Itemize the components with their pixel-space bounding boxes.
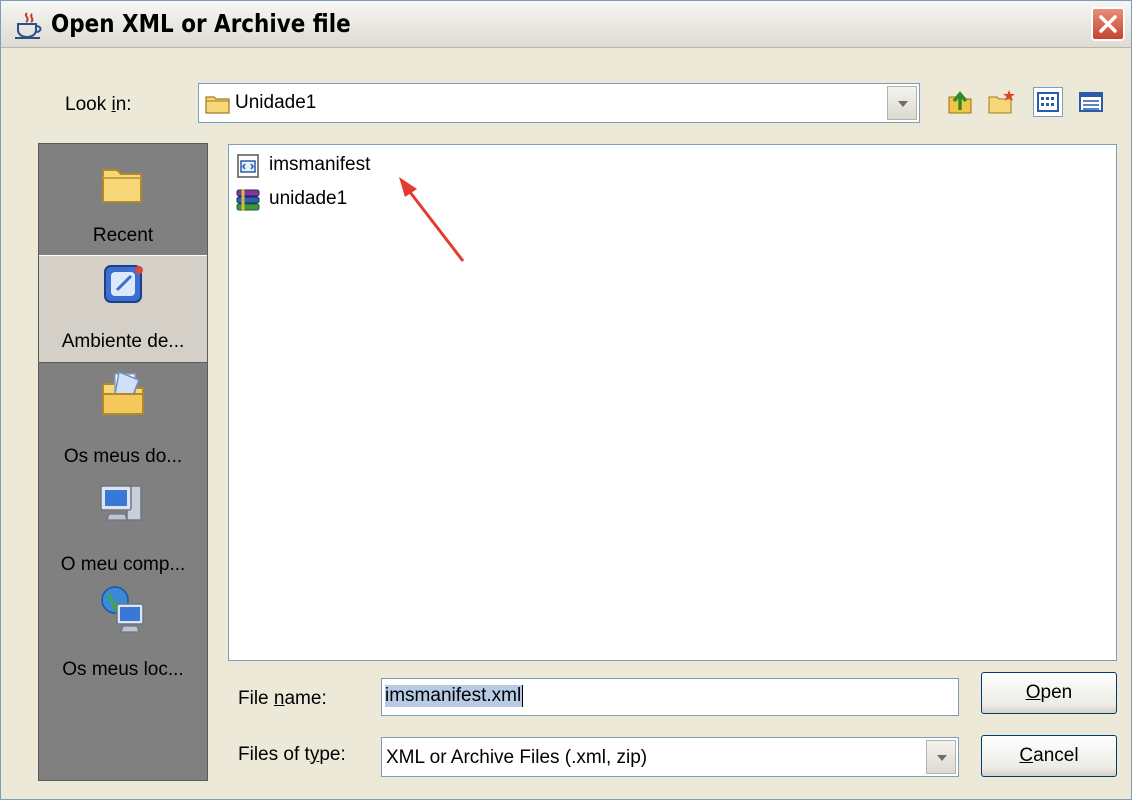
place-my-computer[interactable]: O meu comp... bbox=[39, 476, 207, 584]
cancel-button[interactable]: Cancel bbox=[981, 735, 1117, 777]
file-type-dropdown-button[interactable] bbox=[926, 740, 956, 774]
chevron-down-icon bbox=[898, 101, 908, 107]
place-label: Os meus do... bbox=[63, 446, 183, 467]
list-view-icon bbox=[1037, 92, 1059, 112]
file-name: imsmanifest bbox=[269, 154, 371, 175]
title-bar[interactable]: Open XML or Archive file bbox=[1, 1, 1131, 48]
list-view-button[interactable] bbox=[1033, 87, 1063, 117]
place-network[interactable]: Os meus loc... bbox=[39, 584, 207, 694]
file-name-input[interactable]: imsmanifest.xml bbox=[381, 678, 959, 716]
look-in-label: Look in: bbox=[65, 94, 132, 115]
java-cup-icon bbox=[15, 12, 42, 39]
file-list[interactable]: imsmanifest unidade1 bbox=[228, 144, 1117, 661]
look-in-value: Unidade1 bbox=[235, 92, 317, 113]
folder-icon bbox=[205, 96, 230, 114]
places-bar: Recent Ambiente de... Os meus do... O me… bbox=[38, 143, 208, 781]
place-label: Ambiente de... bbox=[61, 331, 185, 352]
place-label: Os meus loc... bbox=[62, 659, 184, 680]
close-icon bbox=[1099, 15, 1117, 33]
place-label: Recent bbox=[92, 225, 154, 246]
look-in-combobox[interactable]: Unidade1 bbox=[198, 83, 920, 123]
my-documents-icon bbox=[102, 370, 144, 415]
open-file-dialog: Open XML or Archive file Look in: Unidad… bbox=[0, 0, 1132, 800]
place-desktop[interactable]: Ambiente de... bbox=[39, 255, 207, 363]
file-name-label: File name: bbox=[238, 688, 327, 709]
my-computer-icon bbox=[100, 485, 142, 521]
file-type-combobox[interactable]: XML or Archive Files (.xml, zip) bbox=[381, 737, 959, 777]
desktop-icon bbox=[104, 265, 143, 303]
folder-icon bbox=[102, 169, 142, 203]
details-view-button[interactable] bbox=[1076, 87, 1106, 117]
network-places-icon bbox=[101, 586, 144, 633]
details-view-icon bbox=[1079, 92, 1103, 112]
close-button[interactable] bbox=[1091, 7, 1125, 41]
archive-file-icon bbox=[236, 189, 260, 211]
open-button[interactable]: Open bbox=[981, 672, 1117, 714]
create-new-folder-button[interactable] bbox=[987, 87, 1017, 117]
place-my-documents[interactable]: Os meus do... bbox=[39, 364, 207, 476]
annotation-arrow bbox=[399, 177, 465, 262]
place-recent[interactable]: Recent bbox=[39, 144, 207, 256]
window-title: Open XML or Archive file bbox=[51, 9, 351, 38]
chevron-down-icon bbox=[937, 755, 947, 761]
file-type-label: Files of type: bbox=[238, 744, 346, 765]
up-one-level-button[interactable] bbox=[945, 87, 975, 117]
look-in-dropdown-button[interactable] bbox=[887, 86, 917, 120]
file-type-value: XML or Archive Files (.xml, zip) bbox=[386, 747, 648, 768]
place-label: O meu comp... bbox=[60, 554, 186, 575]
file-name-value: imsmanifest.xml bbox=[385, 685, 524, 707]
up-folder-icon bbox=[948, 91, 972, 114]
file-name: unidade1 bbox=[269, 188, 348, 209]
new-folder-icon bbox=[988, 90, 1015, 114]
xml-file-icon bbox=[237, 154, 259, 178]
